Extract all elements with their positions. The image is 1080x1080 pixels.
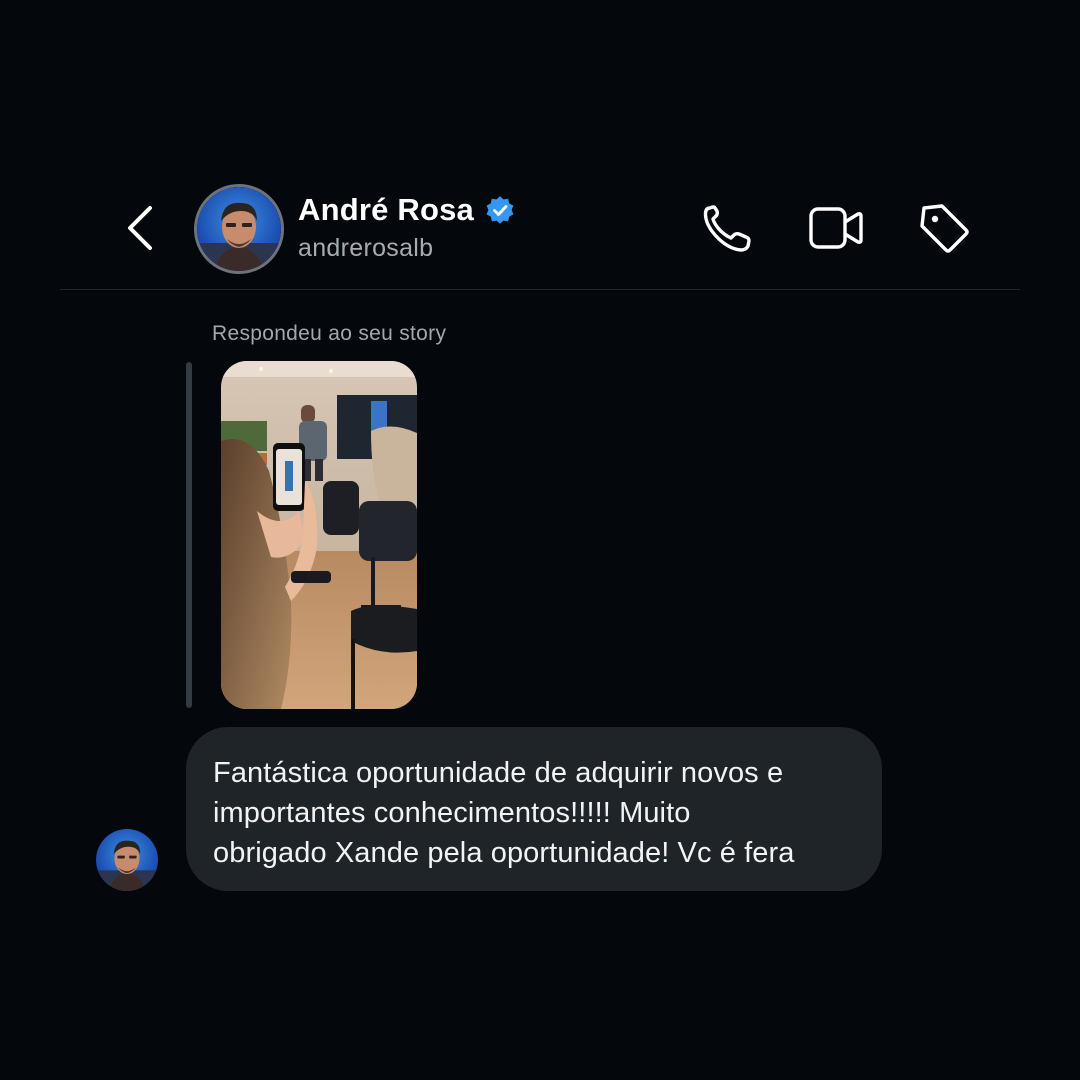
message-bubble[interactable]: Fantástica oportunidade de adquirir novo… [186, 727, 882, 891]
contact-name-row[interactable]: André Rosa [298, 190, 516, 230]
story-thumbnail[interactable] [221, 361, 417, 709]
sender-profile-photo [96, 829, 158, 891]
story-reply-caption: Respondeu ao seu story [212, 322, 447, 345]
header-divider [60, 289, 1020, 290]
header-avatar[interactable] [194, 184, 284, 274]
video-camera-icon[interactable] [806, 198, 866, 258]
chat-header: André Rosa andrerosalb [0, 0, 1080, 292]
reply-indicator-bar [186, 362, 192, 708]
direct-message-screen: André Rosa andrerosalb Respondeu ao seu … [0, 0, 1080, 1080]
back-arrow-icon[interactable] [118, 200, 162, 256]
story-image [221, 361, 417, 709]
sender-avatar[interactable] [96, 829, 158, 891]
message-line: obrigado Xande pela oportunidade! Vc é f… [213, 837, 795, 869]
phone-icon[interactable] [698, 198, 758, 258]
contact-username: andrerosalb [298, 234, 434, 262]
profile-photo [197, 187, 281, 271]
message-line: Fantástica oportunidade de adquirir novo… [213, 757, 784, 789]
tag-icon[interactable] [914, 198, 974, 258]
contact-name: André Rosa [298, 192, 474, 227]
verified-badge-icon [486, 196, 514, 224]
message-line: importantes conhecimentos!!!!! Muito [213, 797, 691, 829]
